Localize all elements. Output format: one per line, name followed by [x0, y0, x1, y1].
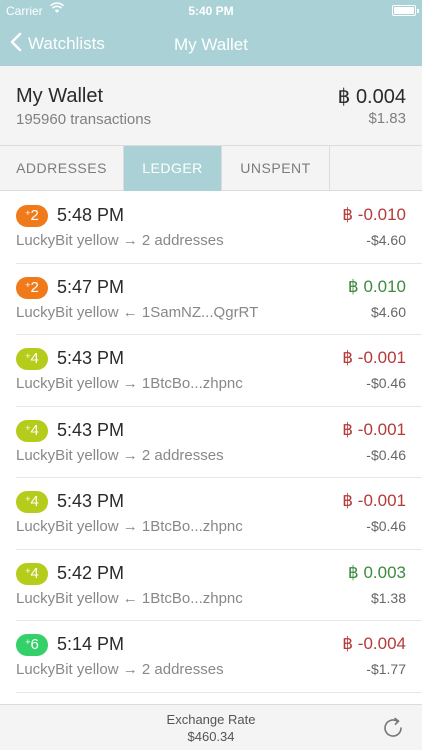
plus-sign: +	[25, 494, 31, 504]
badge-count: 2	[30, 278, 39, 296]
segmented-tabs: ADDRESSES LEDGER UNSPENT	[0, 146, 422, 191]
transaction-amount: ฿ -0.001	[342, 419, 406, 439]
transaction-description: LuckyBit yellow ← 1BtcBo...zhpnc	[16, 589, 243, 607]
transaction-description: LuckyBit yellow → 1BtcBo...zhpnc	[16, 375, 243, 392]
transaction-time: 5:42 PM	[57, 562, 125, 583]
transaction-description: LuckyBit yellow → 1BtcBo...zhpnc	[16, 518, 243, 535]
wallet-header: My Wallet 195960 transactions ฿ 0.004 $1…	[0, 66, 422, 146]
transaction-amount-usd: -$0.46	[366, 518, 406, 534]
wallet-balance: ฿ 0.004	[337, 86, 406, 108]
ledger-list: +2 5:48 PM LuckyBit yellow → 2 addresses ฿ …	[0, 192, 422, 704]
transaction-time: 5:43 PM	[57, 348, 125, 368]
ledger-row[interactable]: +4 5:43 PM LuckyBit yellow → 1BtcBo...zhpn…	[16, 335, 422, 407]
transaction-time: 5:47 PM	[57, 276, 125, 297]
transaction-time: 5:43 PM	[57, 491, 125, 511]
tab-unspent[interactable]: UNSPENT	[222, 146, 330, 191]
ledger-row[interactable]: +4 5:42 PM LuckyBit yellow ← 1BtcBo...zhpn…	[16, 550, 422, 621]
transaction-description: LuckyBit yellow → 2 addresses	[16, 661, 224, 678]
transaction-description: LuckyBit yellow ← 1SamNZ...QgrRT	[16, 303, 259, 321]
plus-sign: +	[25, 351, 31, 361]
plus-sign: +	[25, 565, 31, 576]
refresh-icon[interactable]	[380, 715, 406, 741]
tab-addresses[interactable]: ADDRESSES	[0, 146, 124, 191]
transaction-amount-usd: -$4.60	[366, 232, 406, 248]
ledger-row[interactable]: +4 5:43 PM LuckyBit yellow → 1BtcBo...zhpn…	[16, 478, 422, 550]
status-bar: Carrier 5:40 PM	[0, 0, 422, 22]
transaction-amount: ฿ -0.001	[342, 491, 406, 510]
confirmations-badge: +4	[16, 562, 48, 585]
transaction-time: 5:14 PM	[57, 634, 125, 654]
exchange-rate-value: $460.34	[187, 729, 235, 744]
ledger-row[interactable]: +6 5:14 PM LuckyBit yellow → 2 addresses ฿ …	[16, 621, 422, 693]
nav-title: My Wallet	[174, 35, 248, 54]
confirmations-badge: +4	[16, 491, 48, 513]
confirmations-badge: +6	[16, 634, 48, 656]
wallet-name: My Wallet	[16, 85, 104, 107]
badge-count: 6	[30, 636, 39, 653]
transaction-amount: ฿ -0.004	[342, 634, 406, 653]
transaction-amount: ฿ -0.010	[342, 205, 406, 224]
confirmations-badge: +2	[16, 276, 48, 299]
transaction-time: 5:48 PM	[57, 205, 125, 225]
confirmations-badge: +2	[16, 205, 48, 227]
transaction-amount: ฿ 0.003	[347, 562, 406, 582]
transaction-amount: ฿ -0.001	[342, 348, 406, 367]
status-time: 5:40 PM	[188, 4, 234, 18]
transaction-amount-usd: -$1.77	[366, 661, 406, 677]
exchange-rate-label: Exchange Rate	[166, 712, 256, 727]
transaction-description: LuckyBit yellow → 2 addresses	[16, 232, 224, 249]
confirmations-badge: +4	[16, 419, 48, 442]
tab-ledger[interactable]: LEDGER	[124, 146, 222, 191]
plus-sign: +	[25, 637, 31, 647]
ledger-row[interactable]: +2 5:47 PM LuckyBit yellow ← 1SamNZ...QgrR…	[16, 264, 422, 335]
ledger-row[interactable]: +4 5:43 PM LuckyBit yellow → 2 addresses ฿ …	[16, 407, 422, 478]
transaction-amount-usd: -$0.46	[366, 375, 406, 391]
transaction-amount-usd: $1.38	[370, 589, 406, 606]
transaction-amount: ฿ 0.010	[347, 276, 406, 296]
transaction-amount-usd: $4.60	[370, 303, 406, 320]
badge-count: 2	[30, 207, 39, 224]
plus-sign: +	[25, 422, 31, 433]
badge-count: 4	[30, 421, 39, 439]
battery-icon	[392, 5, 419, 16]
transaction-count: 195960 transactions	[16, 111, 152, 128]
ledger-row[interactable]: +2 5:48 PM LuckyBit yellow → 2 addresses ฿ …	[16, 192, 422, 264]
plus-sign: +	[25, 208, 31, 218]
footer-bar: Exchange Rate $460.34	[0, 704, 422, 750]
transaction-description: LuckyBit yellow → 2 addresses	[16, 446, 224, 464]
transaction-amount-usd: -$0.46	[366, 446, 406, 463]
plus-sign: +	[25, 279, 31, 290]
badge-count: 4	[30, 350, 39, 367]
transaction-time: 5:43 PM	[57, 419, 125, 440]
wallet-balance-usd: $1.83	[368, 110, 406, 127]
badge-count: 4	[30, 564, 39, 582]
confirmations-badge: +4	[16, 348, 48, 370]
badge-count: 4	[30, 493, 39, 510]
navigation-bar: Carrier 5:40 PM Watchlists My Wallet	[0, 0, 422, 66]
